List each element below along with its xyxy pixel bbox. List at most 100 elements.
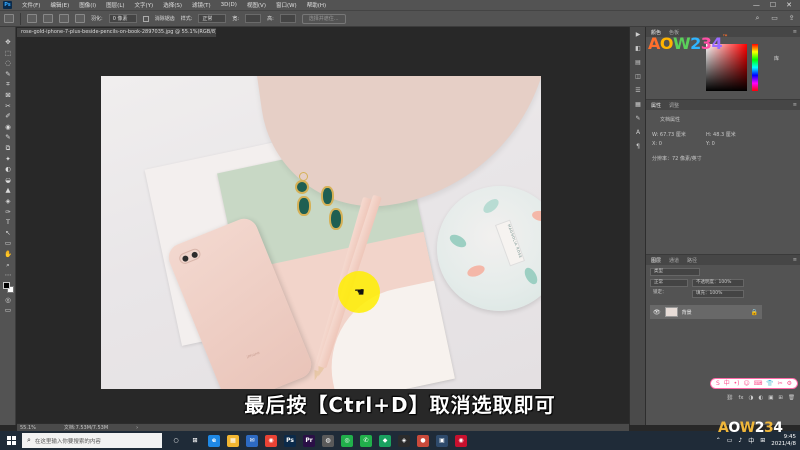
color-swatches[interactable] bbox=[0, 281, 16, 295]
menu-filter[interactable]: 滤镜(T) bbox=[187, 1, 216, 9]
panel-menu-icon[interactable]: ≡ bbox=[793, 257, 800, 263]
zoom-level[interactable]: 55.1% bbox=[20, 425, 36, 431]
width-input[interactable] bbox=[245, 14, 262, 23]
maximize-button[interactable]: ☐ bbox=[770, 1, 776, 9]
dock-panel-icon[interactable]: ◫ bbox=[630, 69, 646, 83]
tab-adjustments[interactable]: 调整 bbox=[669, 102, 679, 109]
taskbar-app-icon[interactable]: ◈ bbox=[398, 434, 410, 447]
lock-icon[interactable]: 🔒 bbox=[751, 309, 762, 316]
doc-height[interactable]: H: 48.3 厘米 bbox=[706, 131, 736, 138]
dodge-tool-icon[interactable]: ▲ bbox=[0, 185, 16, 196]
height-input[interactable] bbox=[279, 14, 296, 23]
minimize-button[interactable]: — bbox=[753, 1, 760, 9]
ime-punctuation-icon[interactable]: •) bbox=[734, 380, 740, 387]
ime-logo-icon[interactable]: S bbox=[716, 380, 720, 387]
style-select[interactable]: 正常 bbox=[198, 14, 227, 23]
blend-mode-select[interactable]: 正常 bbox=[650, 279, 688, 287]
dock-panel-icon[interactable]: ▦ bbox=[630, 97, 646, 111]
path-select-tool-icon[interactable]: ↖ bbox=[0, 228, 16, 239]
hand-tool-icon[interactable]: ✋ bbox=[0, 249, 16, 260]
taskbar-app-icon[interactable]: ◎ bbox=[341, 434, 353, 447]
dock-panel-icon[interactable]: ◧ bbox=[630, 41, 646, 55]
close-button[interactable]: ✕ bbox=[786, 1, 792, 9]
tray-input-icon[interactable]: ⊞ bbox=[760, 437, 765, 444]
ime-toolbar[interactable]: S 中 •) ☺ ⌨ 👕 ✂ ⚙ bbox=[710, 378, 798, 389]
document-info[interactable]: 文档:7.53M/7.53M bbox=[64, 424, 108, 431]
menu-layer[interactable]: 图层(L) bbox=[101, 1, 129, 9]
panel-menu-icon[interactable]: ≡ bbox=[793, 29, 800, 35]
share-icon[interactable]: ⇪ bbox=[787, 14, 796, 23]
tray-volume-icon[interactable]: ♪ bbox=[738, 437, 742, 444]
eyedropper-tool-icon[interactable]: ✂ bbox=[0, 101, 16, 112]
tab-properties[interactable]: 属性 bbox=[651, 102, 661, 109]
taskbar-app-icon[interactable]: ◉ bbox=[265, 434, 277, 447]
tab-channels[interactable]: 通道 bbox=[669, 257, 679, 264]
doc-y[interactable]: Y: 0 bbox=[706, 141, 715, 147]
lasso-tool-icon[interactable]: ◌ bbox=[0, 58, 16, 69]
add-selection-icon[interactable] bbox=[43, 14, 53, 23]
type-tool-icon[interactable]: T bbox=[0, 217, 16, 228]
intersect-selection-icon[interactable] bbox=[75, 14, 85, 23]
library-label[interactable]: 库 bbox=[774, 55, 779, 62]
marquee-tool-icon[interactable]: ⬚ bbox=[0, 48, 16, 59]
status-expand-icon[interactable]: › bbox=[136, 425, 138, 431]
dock-character-icon[interactable]: A bbox=[630, 125, 646, 139]
ime-settings-icon[interactable]: ⚙ bbox=[787, 380, 792, 387]
freeform-pen-icon[interactable]: ✑ bbox=[0, 207, 16, 218]
quick-select-tool-icon[interactable]: ✎ bbox=[0, 69, 16, 80]
search-icon[interactable]: ⌕ bbox=[753, 14, 762, 23]
taskbar-app-icon[interactable]: ◍ bbox=[322, 434, 334, 447]
zoom-tool-icon[interactable]: ⌕ bbox=[0, 259, 16, 270]
taskbar-app-icon[interactable]: e bbox=[208, 434, 220, 447]
taskbar-app-icon[interactable]: ✉ bbox=[246, 434, 258, 447]
taskbar-app-icon[interactable]: ◉ bbox=[455, 434, 467, 447]
hue-slider[interactable] bbox=[752, 44, 758, 91]
brush-tool-icon[interactable]: ◉ bbox=[0, 122, 16, 133]
menu-select[interactable]: 选择(S) bbox=[158, 1, 187, 9]
opacity-field[interactable]: 不透明度：100% bbox=[692, 279, 744, 287]
dock-play-icon[interactable]: ▶ bbox=[630, 27, 646, 41]
menu-file[interactable]: 文件(F) bbox=[17, 1, 45, 9]
panel-menu-icon[interactable]: ≡ bbox=[793, 102, 800, 108]
menu-3d[interactable]: 3D(D) bbox=[216, 2, 242, 8]
clone-stamp-tool-icon[interactable]: ✎ bbox=[0, 132, 16, 143]
layer-row-background[interactable]: 👁 背景 🔒 bbox=[650, 305, 762, 319]
move-tool-icon[interactable]: ✥ bbox=[0, 37, 16, 48]
taskbar-app-icon[interactable]: ⊞ bbox=[189, 435, 201, 447]
workspace-icon[interactable]: ▭ bbox=[770, 14, 779, 23]
pen-tool-icon[interactable]: ◈ bbox=[0, 196, 16, 207]
tool-preset-icon[interactable] bbox=[4, 14, 14, 23]
menu-type[interactable]: 文字(Y) bbox=[130, 1, 159, 9]
taskbar-app-icon[interactable]: ▦ bbox=[227, 434, 239, 447]
tray-ime-indicator[interactable]: 中 bbox=[748, 436, 754, 445]
tray-expand-icon[interactable]: ⌃ bbox=[716, 437, 721, 444]
taskbar-app-icon[interactable]: Ps bbox=[284, 434, 296, 447]
tab-layers[interactable]: 图层 bbox=[651, 257, 661, 264]
document-image[interactable]: MAGNOLIA ROSE iPhone ☚ bbox=[101, 76, 541, 389]
dock-panel-icon[interactable]: ☰ bbox=[630, 83, 646, 97]
tab-paths[interactable]: 路径 bbox=[687, 257, 697, 264]
quick-mask-icon[interactable]: ◎ bbox=[0, 295, 16, 306]
taskbar-app-icon[interactable]: ▣ bbox=[436, 434, 448, 447]
rectangle-tool-icon[interactable]: ▭ bbox=[0, 238, 16, 249]
fill-field[interactable]: 填充：100% bbox=[692, 290, 744, 298]
eraser-tool-icon[interactable]: ✦ bbox=[0, 154, 16, 165]
gradient-tool-icon[interactable]: ◐ bbox=[0, 164, 16, 175]
start-button[interactable] bbox=[0, 431, 22, 450]
healing-tool-icon[interactable]: ✐ bbox=[0, 111, 16, 122]
select-and-mask-button[interactable]: 选择并遮住... bbox=[301, 13, 346, 24]
foreground-color-swatch[interactable] bbox=[3, 281, 10, 289]
feather-input[interactable]: 0 像素 bbox=[108, 14, 137, 23]
ime-language-toggle[interactable]: 中 bbox=[724, 380, 730, 387]
doc-x[interactable]: X: 0 bbox=[652, 141, 662, 147]
taskbar-search-box[interactable]: ⌕ 在这里输入你要搜索的内容 bbox=[22, 433, 162, 448]
dock-panel-icon[interactable]: ▤ bbox=[630, 55, 646, 69]
menu-image[interactable]: 图像(I) bbox=[74, 1, 101, 9]
document-tab[interactable]: rose-gold-iphone-7-plus-beside-pencils-o… bbox=[17, 28, 217, 37]
taskbar-app-icon[interactable]: ✆ bbox=[360, 434, 372, 447]
tray-battery-icon[interactable]: ▭ bbox=[727, 437, 733, 444]
frame-tool-icon[interactable]: ⊠ bbox=[0, 90, 16, 101]
history-brush-tool-icon[interactable]: ⧉ bbox=[0, 143, 16, 154]
taskbar-app-icon[interactable]: Pr bbox=[303, 434, 315, 447]
dock-brush-icon[interactable]: ✎ bbox=[630, 111, 646, 125]
